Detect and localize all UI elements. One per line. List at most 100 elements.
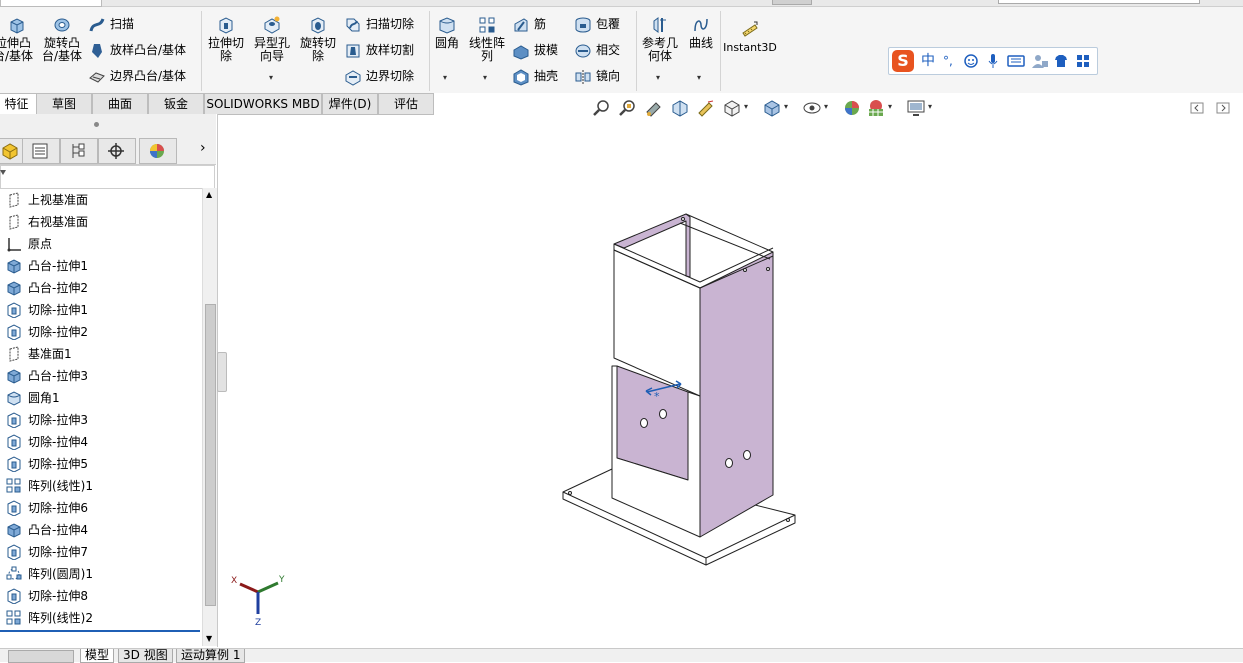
- lofted-cut-button[interactable]: 放样切割: [344, 40, 414, 60]
- hide-show-dropdown-icon[interactable]: ▾: [824, 102, 828, 111]
- rollback-bar[interactable]: [0, 630, 200, 632]
- scrollbar-thumb[interactable]: [205, 304, 216, 606]
- tab-property-manager[interactable]: [22, 138, 60, 164]
- tree-item[interactable]: 阵列(圆周)1: [0, 563, 200, 585]
- tab-display-manager[interactable]: [139, 138, 177, 164]
- tree-item[interactable]: 阵列(线性)1: [0, 475, 200, 497]
- tree-item[interactable]: 切除-拉伸2: [0, 321, 200, 343]
- draft-button[interactable]: 拔模: [512, 40, 558, 60]
- wrap-button[interactable]: 包覆: [574, 14, 620, 34]
- boundary-cut-button[interactable]: 边界切除: [344, 66, 414, 86]
- intersect-button[interactable]: 相交: [574, 40, 620, 60]
- tree-item[interactable]: 切除-拉伸5: [0, 453, 200, 475]
- tab-sketch[interactable]: 草图: [36, 93, 92, 115]
- feature-filter-input[interactable]: [0, 165, 215, 189]
- emoji-icon[interactable]: [963, 53, 979, 69]
- tree-item[interactable]: 切除-拉伸6: [0, 497, 200, 519]
- tree-item[interactable]: 阵列(线性)2: [0, 607, 200, 629]
- tab-solidworks-mbd[interactable]: SOLIDWORKS MBD: [204, 93, 322, 115]
- rib-button[interactable]: 筋: [512, 14, 546, 34]
- restore-viewport-icon[interactable]: [1190, 102, 1204, 114]
- skin-icon[interactable]: [1053, 53, 1069, 69]
- chevron-right-icon[interactable]: ›: [200, 140, 206, 156]
- section-view-icon[interactable]: [670, 98, 690, 118]
- linear-pattern-button[interactable]: 线性阵 列 ▾: [466, 15, 508, 82]
- revolve-cut-button[interactable]: 旋转切 除: [296, 15, 340, 63]
- tab-dimxpert-manager[interactable]: [98, 138, 136, 164]
- display-style-dropdown-icon[interactable]: ▾: [784, 102, 788, 111]
- dynamic-annotation-icon[interactable]: [696, 98, 716, 118]
- zoom-to-fit-icon[interactable]: [592, 98, 612, 118]
- reference-geometry-dropdown-icon[interactable]: ▾: [656, 71, 660, 84]
- edit-appearance-icon[interactable]: [842, 98, 862, 118]
- tree-item[interactable]: 基准面1: [0, 343, 200, 365]
- microphone-icon[interactable]: [985, 53, 1001, 69]
- tree-item[interactable]: 圆角1: [0, 387, 200, 409]
- reference-geometry-button[interactable]: 参考几 何体 ▾: [638, 15, 682, 82]
- scroll-down-icon[interactable]: ▼: [206, 634, 212, 643]
- previous-view-icon[interactable]: [644, 98, 664, 118]
- tree-item[interactable]: 凸台-拉伸4: [0, 519, 200, 541]
- tree-item[interactable]: 切除-拉伸7: [0, 541, 200, 563]
- tree-item[interactable]: 切除-拉伸3: [0, 409, 200, 431]
- revolve-boss-button[interactable]: 旋转凸 台/基体: [38, 15, 86, 63]
- tree-item[interactable]: 切除-拉伸8: [0, 585, 200, 607]
- shell-button[interactable]: 抽壳: [512, 66, 558, 86]
- zoom-to-area-icon[interactable]: [618, 98, 638, 118]
- hole-wizard-dropdown-icon[interactable]: ▾: [269, 71, 273, 84]
- search-box[interactable]: [998, 0, 1200, 4]
- mirror-button[interactable]: 镜向: [574, 66, 620, 86]
- linear-pattern-dropdown-icon[interactable]: ▾: [483, 71, 487, 84]
- boundary-boss-button[interactable]: 边界凸台/基体: [88, 66, 186, 86]
- tree-item[interactable]: 上视基准面: [0, 189, 200, 211]
- graphics-area[interactable]: * X Y Z: [226, 124, 1236, 644]
- feature-tree-scrollbar[interactable]: ▲ ▼: [202, 188, 217, 646]
- part-model[interactable]: [562, 213, 796, 566]
- maximize-viewport-icon[interactable]: [1216, 102, 1230, 114]
- tab-configuration-manager[interactable]: [60, 138, 98, 164]
- window-control-area[interactable]: [0, 0, 102, 7]
- fillet-button[interactable]: 圆角 ▾: [432, 15, 462, 82]
- user-icon[interactable]: [1031, 53, 1049, 69]
- view-orientation-dropdown-icon[interactable]: ▾: [744, 102, 748, 111]
- apply-scene-icon[interactable]: [866, 98, 886, 118]
- swept-cut-button[interactable]: 扫描切除: [344, 14, 414, 34]
- extrude-cut-button[interactable]: 拉伸切 除: [205, 15, 247, 63]
- panel-grip[interactable]: [94, 122, 99, 127]
- tree-item[interactable]: 右视基准面: [0, 211, 200, 233]
- tab-sheet-metal[interactable]: 钣金: [148, 93, 204, 115]
- sweep-button[interactable]: 扫描: [88, 14, 134, 34]
- instant3d-button[interactable]: Instant3D: [722, 19, 778, 54]
- tree-item[interactable]: 凸台-拉伸1: [0, 255, 200, 277]
- tree-item[interactable]: 凸台-拉伸3: [0, 365, 200, 387]
- tab-evaluate[interactable]: 评估: [378, 93, 434, 115]
- tree-item[interactable]: 凸台-拉伸2: [0, 277, 200, 299]
- toolbox-icon[interactable]: [1075, 53, 1091, 69]
- view-orientation-icon[interactable]: [722, 98, 742, 118]
- view-settings-dropdown-icon[interactable]: ▾: [928, 102, 932, 111]
- apply-scene-dropdown-icon[interactable]: ▾: [888, 102, 892, 111]
- view-triad[interactable]: X Y Z: [231, 575, 285, 628]
- keyboard-icon[interactable]: [1007, 53, 1025, 69]
- tab-weldments[interactable]: 焊件(D): [322, 93, 378, 115]
- tab-scroll-arrows[interactable]: [8, 650, 74, 663]
- tab-surfaces[interactable]: 曲面: [92, 93, 148, 115]
- view-settings-icon[interactable]: [906, 98, 926, 118]
- title-dropdown[interactable]: [772, 0, 812, 5]
- tree-item[interactable]: 切除-拉伸1: [0, 299, 200, 321]
- hide-show-items-icon[interactable]: [802, 98, 822, 118]
- ime-logo[interactable]: S: [892, 50, 914, 72]
- ime-mode-toggle[interactable]: 中: [921, 52, 935, 70]
- tab-features[interactable]: 特征: [0, 93, 37, 115]
- curves-dropdown-icon[interactable]: ▾: [697, 71, 701, 84]
- scroll-up-icon[interactable]: ▲: [206, 190, 212, 199]
- extrude-boss-button[interactable]: 拉伸凸 台/基体: [0, 15, 34, 63]
- ime-punctuation-toggle[interactable]: °,: [943, 52, 953, 70]
- fillet-dropdown-icon[interactable]: ▾: [443, 71, 447, 84]
- display-style-icon[interactable]: [762, 98, 782, 118]
- loft-boss-button[interactable]: 放样凸台/基体: [88, 40, 186, 60]
- tree-item[interactable]: 切除-拉伸4: [0, 431, 200, 453]
- curves-button[interactable]: 曲线 ▾: [685, 15, 717, 82]
- tree-item[interactable]: 原点: [0, 233, 200, 255]
- hole-wizard-button[interactable]: 异型孔 向导 ▾: [250, 15, 294, 82]
